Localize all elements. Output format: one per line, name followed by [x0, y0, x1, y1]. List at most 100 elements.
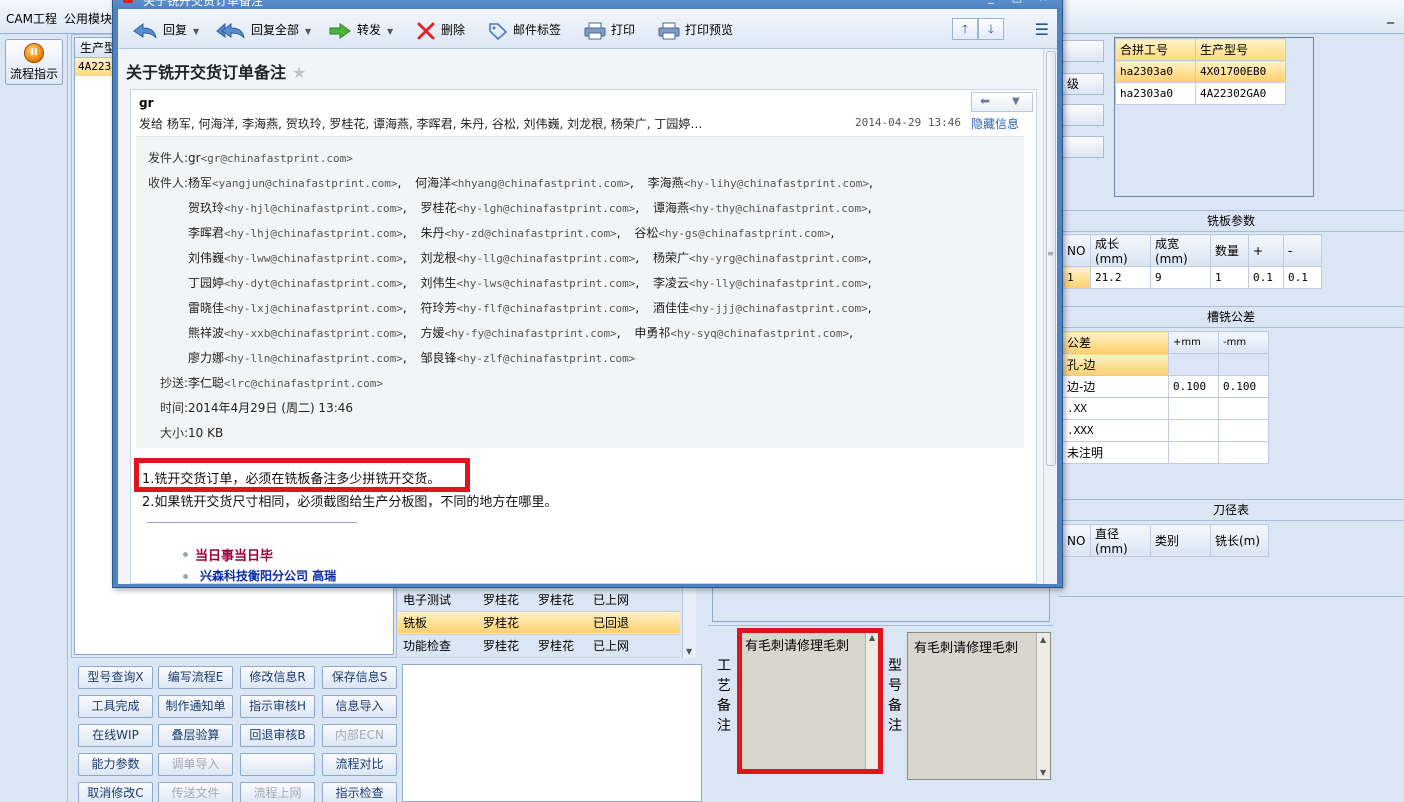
cc-name[interactable]: 李仁聪 [188, 376, 224, 390]
model-remark-scrollbar[interactable]: ▲ ▼ [1036, 633, 1050, 779]
recipient-name[interactable]: 丁园婷 [188, 276, 224, 290]
quick-reply-buttons[interactable]: ⬅ ▼ [971, 92, 1033, 112]
table-row[interactable]: .XX [1062, 397, 1269, 420]
recipient-name[interactable]: 杨军 [188, 176, 212, 190]
hide-info-link[interactable]: 隐藏信息 [971, 115, 1019, 132]
recipient-name[interactable]: 申勇祁 [634, 326, 670, 340]
window-maximize-icon[interactable]: □ [1006, 0, 1028, 7]
model-remark-field[interactable]: 有毛刺请修理毛刺 ▲ ▼ [907, 632, 1051, 780]
table-row[interactable]: 1 21.2 9 1 0.1 0.1 [1062, 266, 1322, 289]
recipient-name[interactable]: 李晖君 [188, 226, 224, 240]
send-file-button[interactable]: 传送文件 [158, 782, 233, 802]
print-button[interactable]: 打印 [584, 20, 635, 40]
model-query-button[interactable]: 型号查询X [78, 666, 153, 689]
recipient-name[interactable]: 贺玖玲 [188, 201, 224, 215]
instruction-review-button[interactable]: 指示审核H [240, 695, 315, 718]
reply-all-button[interactable]: 回复全部 ▼ [216, 20, 311, 40]
modify-info-button[interactable]: 修改信息R [240, 666, 315, 689]
quick-reply-icon[interactable]: ⬅ [980, 94, 990, 108]
scroll-up-icon[interactable]: ▲ [1040, 635, 1046, 644]
list-menu-icon[interactable]: ☰ [1035, 20, 1049, 39]
side-button-4[interactable] [1062, 136, 1104, 158]
recipient-name[interactable]: 熊祥波 [188, 326, 224, 340]
dropdown-caret-icon[interactable]: ▼ [305, 27, 311, 36]
recipient-name[interactable]: 朱丹 [420, 226, 444, 240]
dropdown-caret-icon[interactable]: ▼ [193, 27, 199, 36]
recipient-name[interactable]: 符玲芳 [420, 301, 456, 315]
reply-button[interactable]: 回复 ▼ [132, 20, 199, 40]
recipient-name[interactable]: 谭海燕 [653, 201, 689, 215]
delete-button[interactable]: 删除 [416, 20, 465, 40]
info-text-area[interactable] [402, 664, 702, 802]
table-row[interactable]: ha2303a0 4X01700EB0 [1115, 60, 1286, 83]
recipient-name[interactable]: 罗桂花 [420, 201, 456, 215]
menu-cam-project[interactable]: CAM工程 [6, 10, 57, 27]
order-import-button[interactable]: 调单导入 [158, 753, 233, 776]
flow-compare-button[interactable]: 流程对比 [322, 753, 397, 776]
scroll-down-icon[interactable]: ▼ [686, 647, 692, 656]
make-notice-button[interactable]: 制作通知单 [158, 695, 233, 718]
recipient-name[interactable]: 邹良锋 [420, 351, 456, 365]
previous-mail-button[interactable]: 🡑 [952, 18, 978, 40]
edit-flow-button[interactable]: 编写流程E [158, 666, 233, 689]
recipients-summary: 发给 杨军, 何海洋, 李海燕, 贺玖玲, 罗桂花, 谭海燕, 李晖君, 朱丹,… [139, 117, 703, 131]
table-row[interactable]: 铣板 罗桂花 已回退 [398, 611, 680, 635]
table-row[interactable]: 功能检查 罗桂花 罗桂花 已上网 [398, 634, 680, 658]
size-value: 10 KB [188, 426, 224, 440]
recipient-name[interactable]: 刘伟巍 [188, 251, 224, 265]
next-mail-button[interactable]: 🡓 [978, 18, 1004, 40]
table-row[interactable]: ha2303a0 4A22302GA0 [1115, 82, 1286, 105]
mail-tag-button[interactable]: 邮件标签 [488, 20, 561, 40]
flow-online-button[interactable]: 流程上网 [240, 782, 315, 802]
window-close-icon[interactable]: × [1032, 0, 1054, 7]
internal-ecn-button[interactable]: 内部ECN [322, 724, 397, 747]
flow-indicator-button[interactable]: II 流程指示 [5, 39, 63, 85]
delete-label: 删除 [441, 23, 466, 37]
window-minimize-icon[interactable]: _ [980, 0, 1002, 7]
recipient-name[interactable]: 酒佳佳 [653, 301, 689, 315]
process-remark-label-char-2: 艺 [717, 678, 731, 694]
instruction-check-button[interactable]: 指示检查 [322, 782, 397, 802]
recipient-name[interactable]: 刘龙根 [420, 251, 456, 265]
stackup-calc-button[interactable]: 叠层验算 [158, 724, 233, 747]
recipient-name[interactable]: 刘伟生 [420, 276, 456, 290]
forward-button[interactable]: 转发 ▼ [328, 20, 393, 40]
print-preview-button[interactable]: 打印预览 [658, 20, 733, 40]
recipient-name[interactable]: 谷松 [634, 226, 658, 240]
table-row[interactable]: 未注明 [1062, 441, 1269, 464]
mail-body-line-2: 2.如果铣开交货尺寸相同，必须截图给生产分板图，不同的地方在哪里。 [142, 495, 558, 510]
cancel-modify-button[interactable]: 取消修改C [78, 782, 153, 802]
menu-common-module[interactable]: 公用模块 [64, 10, 112, 27]
table-row[interactable]: 孔-边 [1062, 353, 1269, 376]
scrollbar-thumb[interactable] [1046, 51, 1056, 466]
dropdown-caret-icon[interactable]: ▼ [387, 27, 393, 36]
side-button-2[interactable]: 级 [1062, 73, 1104, 95]
from-name: gr [188, 151, 201, 165]
recipient-name[interactable]: 方媛 [420, 326, 444, 340]
capability-params-button[interactable]: 能力参数 [78, 753, 153, 776]
side-button-3[interactable] [1062, 104, 1104, 126]
recipient-name[interactable]: 李凌云 [653, 276, 689, 290]
email-window-titlebar[interactable]: 关于铣开交货订单备注 _ □ × [113, 0, 1062, 9]
recipient-name[interactable]: 雷晓佳 [188, 301, 224, 315]
mail-scrollbar[interactable]: ≡ [1043, 49, 1057, 584]
blank-button[interactable] [240, 753, 315, 776]
recipient-name[interactable]: 何海洋 [415, 176, 451, 190]
table-row[interactable]: 电子测试 罗桂花 罗桂花 已上网 [398, 588, 680, 612]
table-row[interactable]: .XXX [1062, 419, 1269, 442]
steps-scrollbar[interactable]: ▼ [682, 586, 696, 658]
table-row[interactable]: 边-边 0.100 0.100 [1062, 375, 1269, 398]
info-import-button[interactable]: 信息导入 [322, 695, 397, 718]
rollback-review-button[interactable]: 回退审核B [240, 724, 315, 747]
scroll-down-icon[interactable]: ▼ [1040, 768, 1046, 777]
side-button-1[interactable] [1062, 40, 1104, 62]
chevron-down-icon[interactable]: ▼ [1012, 96, 1020, 107]
star-icon[interactable]: ★ [292, 63, 306, 82]
app-minimize-button[interactable]: _ [1387, 8, 1394, 24]
recipient-name[interactable]: 杨荣广 [653, 251, 689, 265]
recipient-name[interactable]: 李海燕 [648, 176, 684, 190]
online-wip-button[interactable]: 在线WIP [78, 724, 153, 747]
save-info-button[interactable]: 保存信息S [322, 666, 397, 689]
tool-complete-button[interactable]: 工具完成 [78, 695, 153, 718]
recipient-name[interactable]: 廖力娜 [188, 351, 224, 365]
